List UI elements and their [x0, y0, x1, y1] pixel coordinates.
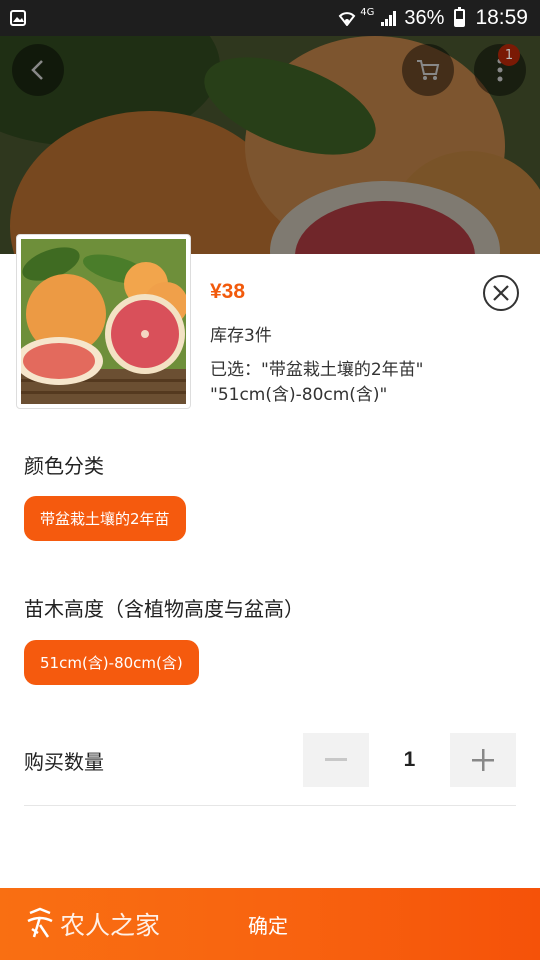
battery-percent: 36%	[404, 6, 445, 29]
confirm-label: 确定	[248, 913, 288, 938]
selected-summary-line: 已选："带盆栽土壤的2年苗"	[210, 360, 424, 380]
product-price: ¥38	[210, 280, 246, 303]
close-sheet-button[interactable]	[482, 274, 520, 312]
cart-count-badge: 1	[498, 44, 520, 66]
signal-icon	[381, 11, 397, 26]
product-thumbnail	[16, 234, 191, 409]
close-circle-icon	[483, 275, 519, 311]
height-category-title: 苗木高度（含植物高度与盆高）	[24, 597, 304, 621]
color-option-chip[interactable]: 带盆栽土壤的2年苗	[24, 496, 186, 541]
watermark-text: 农人之家	[60, 911, 161, 940]
network-type-label: 4G	[360, 6, 375, 18]
minus-icon	[325, 758, 347, 761]
confirm-button[interactable]: 农人之家 确定	[0, 888, 540, 960]
gallery-notification-icon	[10, 10, 26, 26]
chevron-left-icon	[31, 60, 43, 80]
cart-icon	[417, 60, 440, 80]
battery-icon	[454, 7, 466, 27]
watermark: 农人之家	[24, 888, 160, 960]
stock-count: 库存3件	[210, 326, 272, 346]
selected-summary: 已选："带盆栽土壤的2年苗" "51cm(含)-80cm(含)"	[210, 358, 510, 408]
divider	[24, 805, 516, 806]
clock: 18:59	[475, 6, 528, 29]
wifi-icon	[338, 12, 356, 26]
back-button[interactable]	[12, 44, 64, 96]
selected-summary-line: "51cm(含)-80cm(含)"	[210, 385, 388, 405]
quantity-increase-button[interactable]	[450, 733, 516, 787]
color-category-title: 颜色分类	[24, 454, 104, 478]
plus-icon	[472, 749, 494, 771]
height-option-chip[interactable]: 51cm(含)-80cm(含)	[24, 640, 199, 685]
quantity-value[interactable]: 1	[369, 733, 450, 787]
product-hero-image	[0, 36, 540, 254]
farmer-logo-icon	[27, 907, 53, 938]
cart-button[interactable]	[402, 44, 454, 96]
quantity-decrease-button[interactable]	[303, 733, 369, 787]
quantity-label: 购买数量	[24, 750, 104, 774]
status-bar: 4G 36% 18:59	[0, 0, 540, 36]
